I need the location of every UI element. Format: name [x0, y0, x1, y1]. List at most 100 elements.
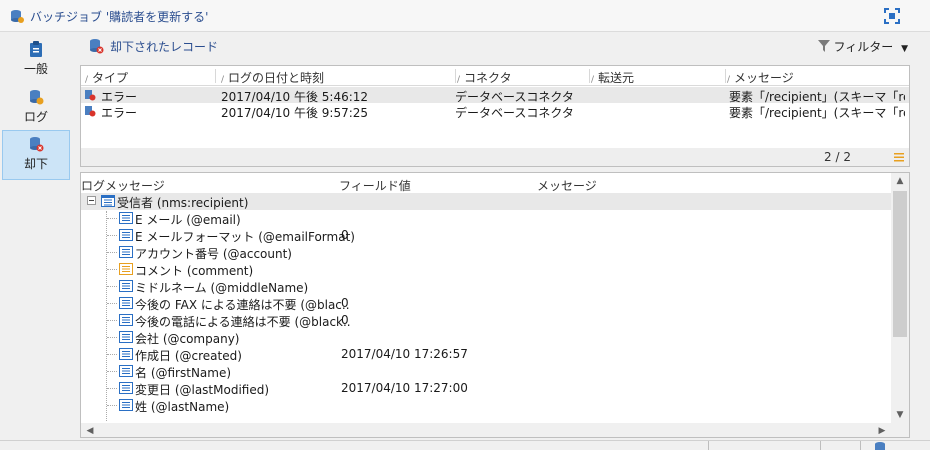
field-icon: [119, 365, 133, 377]
column-header-message[interactable]: メッセージ: [537, 177, 597, 194]
tree-branch-line: [107, 371, 117, 372]
tree-branch-line: [107, 337, 117, 338]
column-divider[interactable]: [589, 69, 590, 83]
sort-icon: /: [591, 75, 595, 85]
scroll-right-icon[interactable]: ▶: [873, 423, 891, 437]
table-node-icon: [101, 195, 115, 207]
sidebar-item-general[interactable]: 一般: [2, 36, 70, 82]
tree-node-label: E メール (@email): [135, 213, 241, 227]
column-header-type[interactable]: / タイプ: [85, 69, 128, 86]
rejected-records-button[interactable]: 却下されたレコード: [110, 38, 218, 55]
field-icon: [119, 331, 133, 343]
batch-job-icon: [11, 10, 24, 23]
tree-node-row[interactable]: 変更日 (@lastModified) 2017/04/10 17:27:00: [81, 380, 891, 397]
tree-node-label: アカウント番号 (@account): [135, 247, 292, 261]
column-header-message[interactable]: / メッセージ: [727, 69, 794, 86]
tree-branch-line: [107, 388, 117, 389]
status-divider: [860, 441, 861, 450]
tree-node-label: 姓 (@lastName): [135, 400, 230, 414]
tree-node-value: 2017/04/10 17:27:00: [341, 381, 468, 395]
tree-node-label: 作成日 (@created): [135, 349, 242, 363]
text-field-icon: [119, 263, 133, 275]
tree-node-row[interactable]: 姓 (@lastName): [81, 397, 891, 414]
column-header-log-message[interactable]: ログメッセージ: [81, 177, 165, 194]
status-divider: [820, 441, 821, 450]
column-divider[interactable]: [455, 69, 456, 83]
filter-button[interactable]: フィルター ▼: [817, 38, 908, 55]
filter-icon: [817, 40, 830, 52]
cell-connector: データベースコネクタ: [455, 106, 574, 120]
filter-label: フィルター: [833, 40, 894, 54]
tree-node-value: 0: [341, 228, 349, 242]
scrollbar-corner: [891, 423, 909, 437]
tree-node-label: ミドルネーム (@middleName): [135, 281, 309, 295]
tree-branch-line: [107, 235, 117, 236]
sidebar-item-rejected[interactable]: 却下: [2, 130, 70, 180]
tree-node-label: 変更日 (@lastModified): [135, 383, 270, 397]
tree-root-row[interactable]: 受信者 (nms:recipient): [81, 193, 891, 210]
rejected-records-grid: / タイプ / ログの日付と時刻 / コネクタ / 転送元 / メッセージ エラー 201…: [80, 65, 910, 167]
collapse-toggle[interactable]: [87, 196, 96, 205]
tree-node-label: コメント (comment): [135, 264, 254, 278]
column-header-source[interactable]: / 転送元: [591, 69, 634, 86]
log-warning-icon: [30, 90, 44, 105]
field-icon: [119, 229, 133, 241]
tree-header: ログメッセージ フィールド値 メッセージ: [81, 175, 891, 193]
tree-node-row[interactable]: アカウント番号 (@account): [81, 244, 891, 261]
sidebar: 一般 ログ 却下: [0, 32, 72, 450]
horizontal-scrollbar[interactable]: ◀ ▶: [81, 423, 891, 437]
scroll-up-icon[interactable]: ▲: [891, 173, 909, 189]
column-divider[interactable]: [215, 69, 216, 83]
tree-node-row[interactable]: 作成日 (@created) 2017/04/10 17:26:57: [81, 346, 891, 363]
field-icon: [119, 314, 133, 326]
sort-icon: /: [457, 75, 461, 85]
chevron-down-icon: ▼: [901, 44, 908, 54]
tree-node-value: 0: [341, 313, 349, 327]
field-icon: [119, 348, 133, 360]
list-menu-icon[interactable]: [893, 151, 905, 163]
tree-node-row[interactable]: 今後の FAX による連絡は不要 (@blac.. 0: [81, 295, 891, 312]
tree-node-label: 今後の電話による連絡は不要 (@black..: [135, 315, 351, 329]
sidebar-item-log[interactable]: ログ: [2, 84, 70, 130]
field-icon: [119, 382, 133, 394]
status-bar: [0, 440, 930, 450]
table-row[interactable]: エラー 2017/04/10 午後 5:46:12 データベースコネクタ 要素「…: [81, 87, 909, 104]
tree-branch-line: [107, 218, 117, 219]
sort-icon: /: [85, 75, 89, 85]
status-divider: [708, 441, 709, 450]
sort-icon: /: [221, 75, 225, 85]
database-icon: [875, 442, 885, 450]
maximize-icon[interactable]: [884, 8, 900, 24]
tree-node-label: 会社 (@company): [135, 332, 240, 346]
tree-branch-line: [107, 269, 117, 270]
tree-node-row[interactable]: E メール (@email): [81, 210, 891, 227]
window-title: バッチジョブ '購読者を更新する': [30, 10, 209, 24]
tree-node-row[interactable]: 今後の電話による連絡は不要 (@black.. 0: [81, 312, 891, 329]
tree-node-row[interactable]: コメント (comment): [81, 261, 891, 278]
column-header-datetime[interactable]: / ログの日付と時刻: [221, 69, 324, 86]
scroll-down-icon[interactable]: ▼: [891, 407, 909, 423]
scroll-thumb[interactable]: [893, 191, 907, 337]
record-detail-tree: ログメッセージ フィールド値 メッセージ 受信者 (nms:recipient)…: [80, 172, 910, 438]
tree-node-label: E メールフォーマット (@emailFormat): [135, 230, 355, 244]
column-header-connector[interactable]: / コネクタ: [457, 69, 512, 86]
tree-node-row[interactable]: 名 (@firstName): [81, 363, 891, 380]
tree-node-row[interactable]: E メールフォーマット (@emailFormat) 0: [81, 227, 891, 244]
tree-branch-line: [107, 320, 117, 321]
sort-icon: /: [727, 75, 731, 85]
table-row[interactable]: エラー 2017/04/10 午後 9:57:25 データベースコネクタ 要素「…: [81, 103, 909, 120]
tree-node-row[interactable]: 会社 (@company): [81, 329, 891, 346]
tree-root-label: 受信者 (nms:recipient): [117, 196, 249, 210]
sidebar-item-label: 却下: [23, 157, 48, 171]
vertical-scrollbar[interactable]: ▲ ▼: [891, 173, 909, 423]
error-record-icon: [85, 90, 96, 101]
grid-footer: 2 / 2: [81, 148, 909, 166]
column-divider[interactable]: [725, 69, 726, 83]
cell-type: エラー: [101, 106, 138, 120]
tree-node-label: 今後の FAX による連絡は不要 (@blac..: [135, 298, 350, 312]
column-header-field-value[interactable]: フィールド値: [339, 177, 411, 194]
rejected-records-icon: [90, 39, 104, 54]
scroll-left-icon[interactable]: ◀: [81, 423, 99, 437]
tree-node-row[interactable]: ミドルネーム (@middleName): [81, 278, 891, 295]
tree-branch-line: [107, 303, 117, 304]
